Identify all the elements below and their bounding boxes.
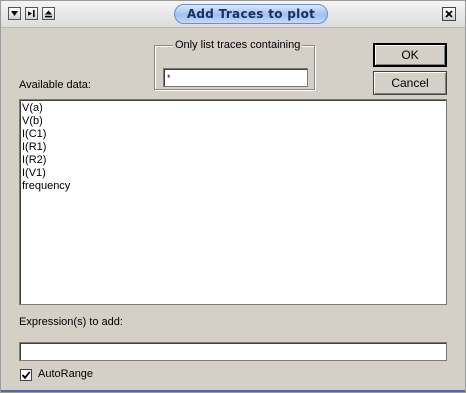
title-bar[interactable]: Add Traces to plot [1,1,465,28]
available-data-list[interactable]: V(a) V(b) I(C1) I(R1) I(R2) I(V1) freque… [19,99,447,305]
filter-input[interactable] [163,68,308,87]
window-bottom-edge [1,390,465,392]
ok-button[interactable]: OK [373,43,447,67]
list-item[interactable]: I(C1) [22,128,446,141]
pin-icon[interactable] [25,7,38,20]
eject-icon[interactable] [42,7,55,20]
close-icon[interactable] [442,7,456,21]
autorange-checkbox[interactable] [20,369,32,381]
list-item[interactable]: V(a) [22,102,446,115]
list-item[interactable]: I(R2) [22,154,446,167]
checkmark-icon [21,371,31,380]
chevron-down-icon[interactable] [8,7,21,20]
list-item[interactable]: I(R1) [22,141,446,154]
list-item[interactable]: V(b) [22,115,446,128]
filter-group-label: Only list traces containing [173,39,303,51]
list-item[interactable]: I(V1) [22,167,446,180]
add-traces-dialog: Add Traces to plot Only list traces cont… [0,0,466,393]
available-data-label: Available data: [19,79,91,91]
list-item[interactable]: frequency [22,180,446,193]
window-title: Add Traces to plot [174,4,328,24]
cancel-button[interactable]: Cancel [373,71,447,95]
autorange-label: AutoRange [38,368,94,380]
expression-label: Expression(s) to add: [19,316,123,328]
expression-input[interactable] [19,342,447,361]
